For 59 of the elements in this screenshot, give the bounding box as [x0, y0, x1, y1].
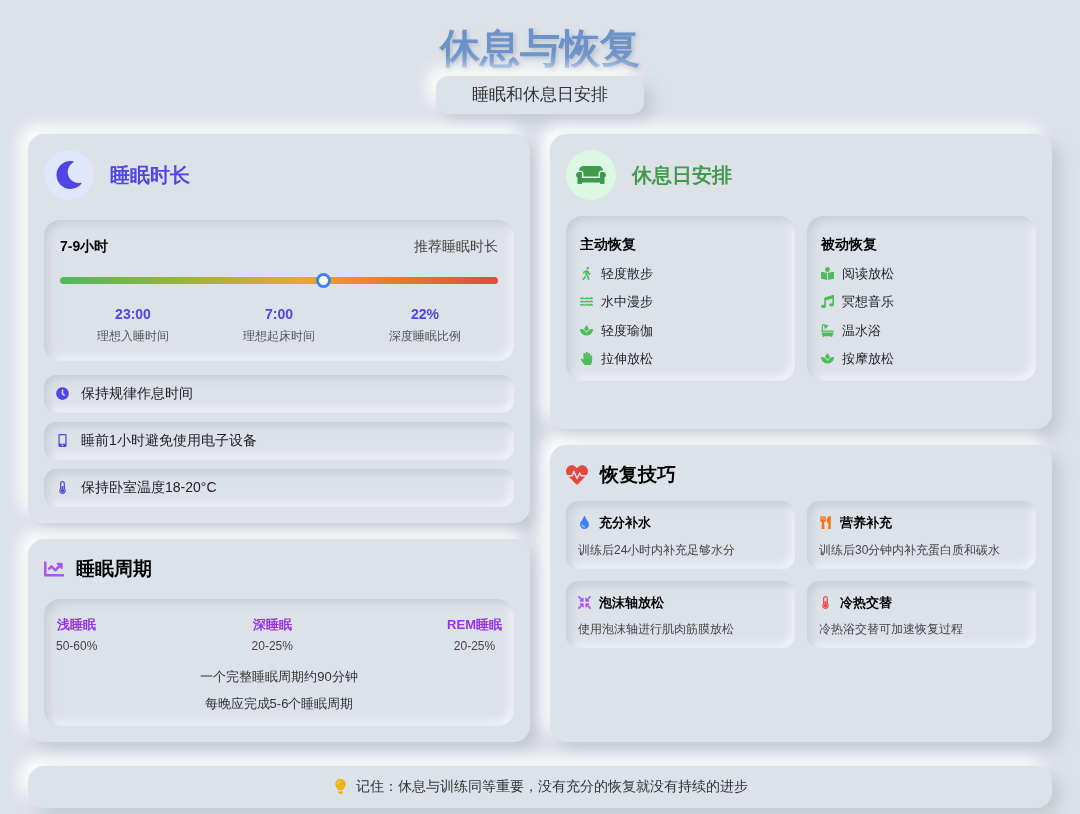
- stage-share: 20-25%: [251, 637, 293, 655]
- stat-label: 理想起床时间: [243, 327, 315, 345]
- stage-share: 20-25%: [453, 637, 496, 655]
- phone-icon: [56, 434, 69, 447]
- tip-text: 保持规律作息时间: [81, 384, 193, 403]
- stage-name: 深睡眠: [252, 616, 292, 634]
- tip-text: 睡前1小时避免使用电子设备: [81, 431, 257, 450]
- lotus-icon: [821, 352, 834, 366]
- cycle-note: 一个完整睡眠周期约90分钟: [200, 667, 358, 686]
- stat-label: 理想入睡时间: [97, 327, 169, 345]
- hand-icon: [580, 352, 593, 366]
- activity-text: 按摩放松: [842, 350, 894, 368]
- reading-icon: [821, 266, 834, 280]
- tip-text: 使用泡沫轴进行肌肉筋膜放松: [578, 621, 735, 638]
- group-title: 被动恢复: [821, 235, 877, 252]
- stage-share: 50-60%: [56, 637, 98, 655]
- activity-text: 轻度散步: [601, 264, 653, 283]
- stat-value: 23:00: [115, 304, 151, 324]
- stat-value: 22%: [411, 304, 439, 324]
- card-title: 休息日安排: [632, 162, 732, 188]
- tip-text: 保持卧室温度18-20°C: [81, 478, 217, 497]
- card-title: 睡眠周期: [76, 556, 152, 581]
- card-title: 恢复技巧: [600, 462, 676, 487]
- clock-icon: [56, 387, 69, 400]
- walking-icon: [580, 266, 593, 280]
- activity-text: 温水浴: [842, 321, 881, 340]
- moon-icon: [55, 160, 83, 189]
- activity-text: 阅读放松: [842, 264, 894, 283]
- tip-text: 训练后24小时内补充足够水分: [578, 541, 737, 559]
- slider-thumb[interactable]: [315, 272, 331, 288]
- activity-text: 冥想音乐: [842, 293, 894, 311]
- group-title: 主动恢复: [580, 235, 636, 252]
- card-title: 睡眠时长: [110, 162, 190, 188]
- stage-name: 浅睡眠: [57, 616, 97, 634]
- stage-name: REM睡眠: [447, 616, 502, 634]
- cycle-note: 每晚应完成5-6个睡眠周期: [204, 695, 354, 713]
- activity-text: 轻度瑜伽: [601, 321, 653, 340]
- sleep-range: 7-9小时: [60, 236, 109, 256]
- activity-text: 水中漫步: [601, 293, 653, 311]
- heartbeat-icon: [566, 463, 588, 486]
- stat-value: 7:00: [265, 304, 293, 324]
- page-title: 休息与恢复: [440, 25, 640, 72]
- tip-title: 泡沫轴放松: [599, 593, 664, 612]
- tip-title: 营养补充: [840, 514, 892, 532]
- lotus-icon: [580, 323, 593, 337]
- lightbulb-icon: [332, 779, 348, 794]
- tip-title: 冷热交替: [840, 593, 892, 612]
- range-label: 推荐睡眠时长: [414, 236, 498, 256]
- tip-text: 训练后30分钟内补充蛋白质和碳水: [819, 541, 1002, 559]
- tip-title: 充分补水: [599, 514, 651, 532]
- bathtub-icon: [821, 323, 834, 337]
- activity-text: 拉伸放松: [601, 350, 653, 368]
- water-waves-icon: [580, 295, 593, 309]
- tip-text: 冷热浴交替可加速恢复过程: [819, 621, 964, 638]
- subtitle-pill: 睡眠和休息日安排: [436, 76, 644, 114]
- music-icon: [821, 295, 834, 309]
- footer-text: 记住：休息与训练同等重要，没有充分的恢复就没有持续的进步: [355, 777, 748, 796]
- stat-label: 深度睡眠比例: [389, 327, 461, 345]
- thermometer-icon: [56, 481, 69, 494]
